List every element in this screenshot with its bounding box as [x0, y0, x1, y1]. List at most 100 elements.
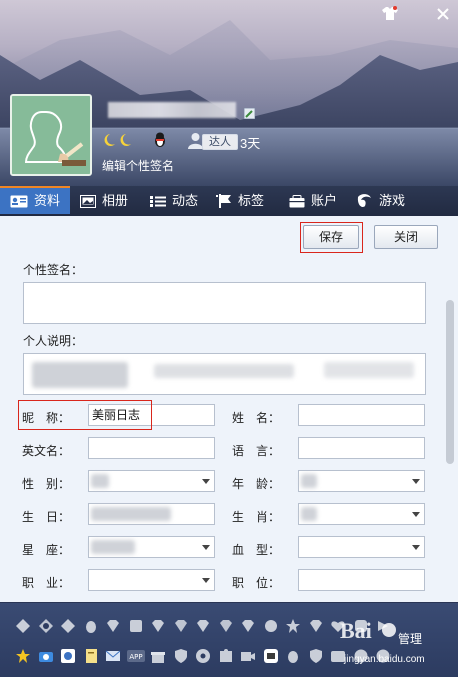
- penguin-badge-icon[interactable]: [82, 617, 100, 635]
- music-icon[interactable]: [194, 647, 212, 665]
- penguin-icon[interactable]: [284, 647, 302, 665]
- nickname-edit-icon[interactable]: [244, 108, 255, 119]
- profile-card-icon: [10, 195, 28, 207]
- birthday-blurred: [91, 507, 171, 521]
- description-textarea[interactable]: [23, 353, 426, 395]
- birthday-input[interactable]: [88, 503, 215, 525]
- badge-icon[interactable]: [352, 617, 370, 635]
- level-moon-icon: [104, 134, 131, 146]
- position-input[interactable]: [298, 569, 425, 591]
- close-button[interactable]: 关闭: [374, 225, 438, 249]
- feed-list-icon: [150, 195, 166, 207]
- heart-badge-icon[interactable]: [329, 617, 347, 635]
- game-icon: [357, 194, 371, 207]
- edit-signature-link[interactable]: 编辑个性签名: [102, 157, 174, 174]
- occupation-select[interactable]: [88, 569, 215, 591]
- signature-textarea[interactable]: [23, 282, 426, 324]
- badge-icon[interactable]: [127, 617, 145, 635]
- age-label: 年 龄：: [232, 477, 281, 491]
- chevron-down-icon: [412, 479, 420, 484]
- description-label: 个人说明：: [23, 334, 84, 348]
- diamond-badge-icon[interactable]: [172, 617, 190, 635]
- language-input[interactable]: [298, 437, 425, 459]
- tab-games[interactable]: 游戏: [356, 186, 405, 216]
- zodiac-animal-select[interactable]: [298, 503, 425, 525]
- diamond-badge-icon[interactable]: [194, 617, 212, 635]
- position-label: 职 位：: [232, 576, 281, 590]
- tab-tags-label: 标签: [238, 193, 265, 208]
- mail-icon[interactable]: [104, 647, 122, 665]
- tab-profile[interactable]: 资料: [0, 186, 70, 214]
- tab-album-label: 相册: [102, 193, 129, 208]
- constellation-label: 星 座：: [22, 543, 71, 557]
- blood-type-label: 血 型：: [232, 543, 281, 557]
- qq-penguin-icon: [155, 132, 165, 147]
- diamond-badge-icon[interactable]: [307, 617, 325, 635]
- active-days: 3天: [240, 136, 261, 151]
- constellation-select[interactable]: [88, 536, 215, 558]
- gender-blurred: [91, 474, 109, 488]
- tab-feed[interactable]: 动态: [150, 186, 198, 216]
- chevron-down-icon: [412, 545, 420, 550]
- shield-icon[interactable]: [172, 647, 190, 665]
- app-store-icon[interactable]: APP: [126, 647, 145, 665]
- nickname-blurred: [108, 102, 236, 118]
- gender-select[interactable]: [88, 470, 215, 492]
- more-icon[interactable]: [374, 647, 392, 665]
- tab-tags[interactable]: 标签: [216, 186, 264, 216]
- star-icon[interactable]: [14, 647, 32, 665]
- profile-form-panel: 保存 关闭 个性签名： 个人说明： 昵 称： 美丽日志 姓 名： 英文名： 语 …: [0, 216, 458, 602]
- chevron-down-icon: [202, 545, 210, 550]
- tab-profile-label: 资料: [34, 193, 61, 208]
- chevron-down-icon: [202, 479, 210, 484]
- description-blurred: [154, 364, 294, 378]
- scrollbar-thumb[interactable]: [446, 300, 454, 464]
- gender-label: 性 别：: [22, 477, 71, 491]
- camera-icon[interactable]: [37, 647, 55, 665]
- tab-account[interactable]: 账户: [289, 186, 337, 216]
- avatar[interactable]: [10, 94, 92, 176]
- diamond-badge-icon[interactable]: [239, 617, 257, 635]
- description-blurred: [32, 362, 128, 388]
- profile-header: 达人 3天 编辑个性签名: [0, 0, 458, 186]
- diamond-badge-icon[interactable]: [149, 617, 167, 635]
- svg-text:APP: APP: [129, 653, 142, 661]
- qq-game-icon[interactable]: [262, 647, 280, 665]
- document-icon[interactable]: [82, 647, 100, 665]
- video-icon[interactable]: [239, 647, 257, 665]
- age-select[interactable]: [298, 470, 425, 492]
- badge-icon-row: [14, 617, 397, 635]
- status-badge: 达人: [202, 134, 238, 150]
- gift-icon[interactable]: [149, 647, 167, 665]
- photo-album-icon: [80, 194, 96, 208]
- wallet-icon[interactable]: [329, 647, 347, 665]
- name-input[interactable]: [298, 404, 425, 426]
- blood-type-select[interactable]: [298, 536, 425, 558]
- zodiac-animal-label: 生 肖：: [232, 510, 281, 524]
- badge-icon[interactable]: [37, 617, 55, 635]
- clock-icon[interactable]: [352, 647, 370, 665]
- english-name-input[interactable]: [88, 437, 215, 459]
- tab-album[interactable]: 相册: [80, 186, 128, 216]
- arrow-right-icon[interactable]: [374, 617, 392, 635]
- constellation-blurred: [91, 540, 135, 554]
- badge-icon[interactable]: [59, 617, 77, 635]
- star-badge-icon[interactable]: [284, 617, 302, 635]
- diamond-badge-icon[interactable]: [217, 617, 235, 635]
- avatar-silhouette-icon: [12, 96, 90, 174]
- wallet-icon: [289, 194, 305, 207]
- close-icon[interactable]: [433, 6, 453, 26]
- birthday-label: 生 日：: [22, 510, 71, 524]
- service-icon-tray: APP: [0, 602, 458, 677]
- qzone-icon[interactable]: [59, 647, 77, 665]
- shield-check-icon[interactable]: [307, 647, 325, 665]
- tshirt-skin-icon[interactable]: [380, 6, 400, 26]
- save-highlight-box: [300, 222, 363, 253]
- badge-icon[interactable]: [14, 617, 32, 635]
- signature-label: 个性签名：: [23, 263, 84, 277]
- zodiac-animal-blurred: [301, 507, 317, 521]
- badge-icon[interactable]: [262, 617, 280, 635]
- puzzle-icon[interactable]: [217, 647, 235, 665]
- diamond-badge-icon[interactable]: [104, 617, 122, 635]
- tab-games-label: 游戏: [379, 193, 406, 208]
